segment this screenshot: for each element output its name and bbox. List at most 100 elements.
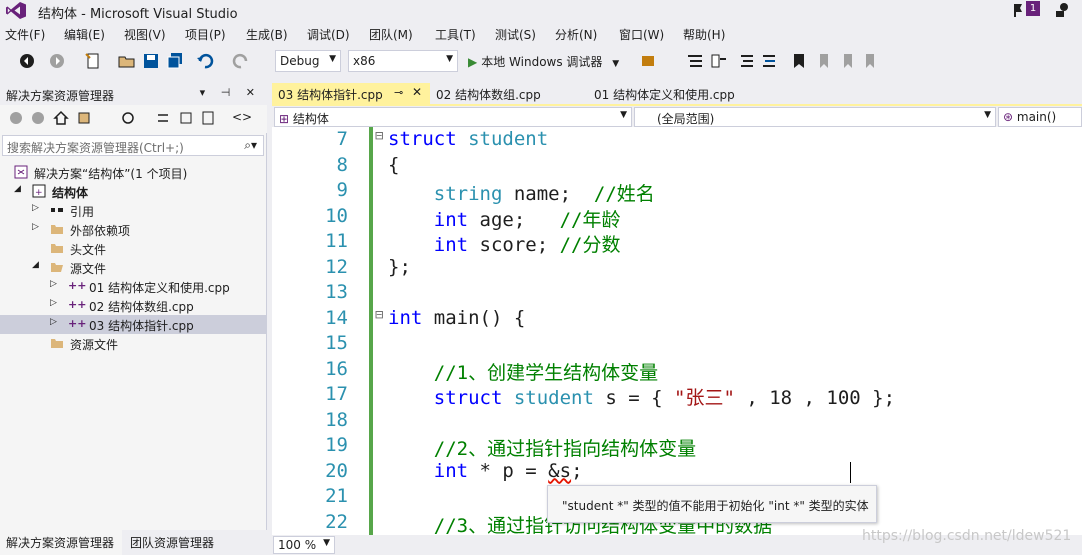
expand-arrow-icon[interactable]: ▷ <box>32 222 39 232</box>
bookmark-icon[interactable] <box>790 52 808 70</box>
code-line[interactable]: 16 //1、创建学生结构体变量 <box>272 358 1082 384</box>
tree-item-external-deps[interactable]: ▷ 外部依赖项 <box>0 220 266 239</box>
switch-views-icon[interactable] <box>77 110 93 126</box>
project-select[interactable]: ⊞ 结构体 ▼ <box>274 107 632 127</box>
feedback-icon[interactable] <box>1052 2 1072 18</box>
tab-02-struct-array[interactable]: 02 结构体数组.cpp <box>430 83 580 105</box>
code-line[interactable]: 19 //2、通过指针指向结构体变量 <box>272 434 1082 460</box>
code-token: string <box>433 183 503 205</box>
properties-icon[interactable]: <> <box>232 110 252 124</box>
browser-link-icon[interactable] <box>640 52 658 70</box>
notification-badge[interactable]: 1 <box>1026 1 1040 16</box>
menu-debug[interactable]: 调试(D) <box>307 26 350 43</box>
code-line[interactable]: 10 int age; //年龄 <box>272 205 1082 231</box>
redo-icon[interactable] <box>232 52 250 70</box>
start-debugging-button[interactable]: ▶ 本地 Windows 调试器 ▼ <box>466 50 621 72</box>
panel-title: 解决方案资源管理器 <box>6 89 115 103</box>
code-line[interactable]: 11 int score; //分数 <box>272 230 1082 256</box>
uncomment-icon[interactable] <box>760 52 778 70</box>
tree-item-project[interactable]: ◢ + 结构体 <box>0 182 266 201</box>
panel-window-controls[interactable]: ▾ ⊣ ✕ <box>200 86 261 99</box>
code-line[interactable]: 20 int * p = &s; <box>272 460 1082 486</box>
menu-test[interactable]: 测试(S) <box>495 26 536 43</box>
prev-bookmark-icon[interactable] <box>814 52 832 70</box>
code-text: struct student s = { "张三" , 18 , 100 }; <box>388 383 895 410</box>
code-line[interactable]: 12}; <box>272 256 1082 282</box>
clear-bookmarks-icon[interactable] <box>860 52 878 70</box>
menu-edit[interactable]: 编辑(E) <box>64 26 105 43</box>
tab-label: 01 结构体定义和使用.cpp <box>594 88 735 102</box>
expand-arrow-icon[interactable]: ▷ <box>50 317 57 327</box>
save-icon[interactable] <box>142 52 160 70</box>
solution-platform-select[interactable]: x86 ▼ <box>348 50 458 72</box>
code-editor[interactable]: 7 ⊟ struct student 8{9 string name; //姓名 10 … <box>272 127 1082 535</box>
member-select[interactable]: ⊛ main() <box>998 107 1082 127</box>
pin-icon[interactable]: ⊸ <box>394 86 403 99</box>
code-line[interactable]: 18 <box>272 409 1082 435</box>
expand-arrow-icon[interactable]: ▷ <box>50 298 57 308</box>
sync-icon[interactable] <box>155 110 171 126</box>
tree-item-references[interactable]: ▷ 引用 <box>0 201 266 220</box>
step-over-icon[interactable] <box>686 52 704 70</box>
scope-select[interactable]: (全局范围) ▼ <box>634 107 996 127</box>
code-line[interactable]: 17 struct student s = { "张三" , 18 , 100 … <box>272 383 1082 409</box>
code-line[interactable]: 15 <box>272 332 1082 358</box>
close-icon[interactable]: ✕ <box>412 85 422 99</box>
tab-team-explorer[interactable]: 团队资源管理器 <box>124 530 222 555</box>
fold-toggle-icon[interactable]: ⊟ <box>375 307 383 323</box>
open-file-icon[interactable] <box>118 52 136 70</box>
code-token: name; <box>502 183 594 205</box>
expand-arrow-icon[interactable]: ▷ <box>32 203 39 213</box>
tree-item-file-02[interactable]: ▷ ++ 02 结构体数组.cpp <box>0 296 266 315</box>
menu-team[interactable]: 团队(M) <box>369 26 413 43</box>
line-number: 8 <box>336 153 348 176</box>
step-into-icon[interactable] <box>710 52 728 70</box>
menu-help[interactable]: 帮助(H) <box>683 26 725 43</box>
navigate-forward-icon[interactable] <box>48 52 66 70</box>
tree-item-header-files[interactable]: 头文件 <box>0 239 266 258</box>
next-bookmark-icon[interactable] <box>838 52 856 70</box>
expand-arrow-icon[interactable]: ▷ <box>50 279 57 289</box>
tree-item-label: 02 结构体数组.cpp <box>89 300 194 314</box>
code-line[interactable]: 14 ⊟ int main() { <box>272 307 1082 333</box>
show-all-files-icon[interactable] <box>200 110 216 126</box>
tree-item-solution[interactable]: 解决方案“结构体”(1 个项目) <box>0 163 266 182</box>
tab-03-struct-pointer[interactable]: 03 结构体指针.cpp ⊸ ✕ <box>272 83 430 105</box>
solution-configuration-select[interactable]: Debug ▼ <box>275 50 341 72</box>
menu-file[interactable]: 文件(F) <box>5 26 45 43</box>
comment-out-icon[interactable] <box>738 52 756 70</box>
menu-tools[interactable]: 工具(T) <box>435 26 476 43</box>
new-project-icon[interactable] <box>84 52 102 70</box>
collapse-arrow-icon[interactable]: ◢ <box>14 184 21 194</box>
tree-item-source-files[interactable]: ◢ 源文件 <box>0 258 266 277</box>
pending-changes-filter-icon[interactable] <box>120 110 136 126</box>
tree-item-resource-files[interactable]: 资源文件 <box>0 334 266 353</box>
tree-item-file-03[interactable]: ▷ ++ 03 结构体指针.cpp <box>0 315 266 334</box>
collapse-all-icon[interactable] <box>178 110 194 126</box>
undo-icon[interactable] <box>196 52 214 70</box>
home-icon[interactable] <box>53 110 69 126</box>
code-token: , 18 , 100 }; <box>734 387 896 409</box>
menu-view[interactable]: 视图(V) <box>124 26 166 43</box>
solution-explorer-search-input[interactable]: 搜索解决方案资源管理器(Ctrl+;) ⌕▾ <box>2 135 264 156</box>
menu-analyze[interactable]: 分析(N) <box>555 26 597 43</box>
tab-solution-explorer[interactable]: 解决方案资源管理器 <box>0 530 122 555</box>
forward-icon[interactable] <box>30 110 46 126</box>
code-line[interactable]: 13 <box>272 281 1082 307</box>
save-all-icon[interactable] <box>166 52 184 70</box>
menu-build[interactable]: 生成(B) <box>246 26 288 43</box>
code-line[interactable]: 7 ⊟ struct student <box>272 128 1082 154</box>
tree-item-file-01[interactable]: ▷ ++ 01 结构体定义和使用.cpp <box>0 277 266 296</box>
watermark-text: https://blog.csdn.net/ldew521 <box>862 528 1072 544</box>
code-line[interactable]: 9 string name; //姓名 <box>272 179 1082 205</box>
menu-project[interactable]: 项目(P) <box>185 26 226 43</box>
code-line[interactable]: 8{ <box>272 154 1082 180</box>
menu-window[interactable]: 窗口(W) <box>619 26 664 43</box>
code-token: student <box>468 128 549 150</box>
zoom-level-select[interactable]: 100 % ▼ <box>273 536 335 554</box>
collapse-arrow-icon[interactable]: ◢ <box>32 260 39 270</box>
back-icon[interactable] <box>8 110 24 126</box>
tab-01-struct-definition[interactable]: 01 结构体定义和使用.cpp <box>588 83 758 105</box>
fold-toggle-icon[interactable]: ⊟ <box>375 128 383 144</box>
navigate-back-icon[interactable] <box>18 52 36 70</box>
